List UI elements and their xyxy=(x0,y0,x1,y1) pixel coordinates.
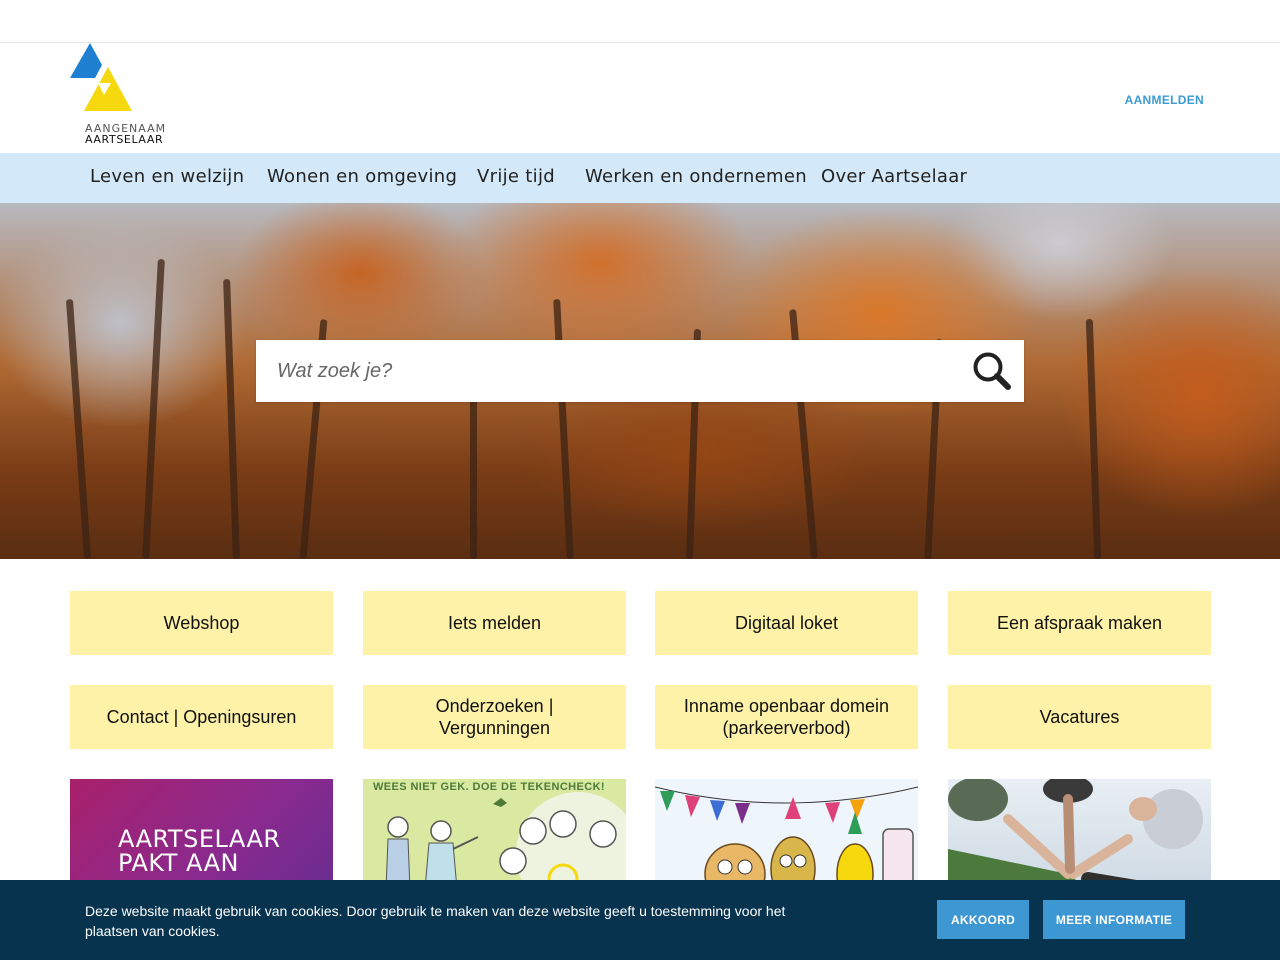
nav-item-leven-en-welzijn[interactable]: Leven en welzijn xyxy=(90,166,244,187)
cookie-banner: Deze website maakt gebruik van cookies. … xyxy=(0,880,1280,960)
tree-trunk xyxy=(142,259,165,559)
tree-trunk xyxy=(553,298,574,559)
main-navigation: Leven en welzijn Wonen en omgeving Vrije… xyxy=(0,153,1280,203)
promo-card-text: AARTSELAAR PAKT AAN xyxy=(118,825,281,877)
nav-item-vrije-tijd[interactable]: Vrije tijd xyxy=(477,166,555,187)
tile-webshop[interactable]: Webshop xyxy=(70,591,333,655)
tile-digitaal-loket[interactable]: Digitaal loket xyxy=(655,591,918,655)
tile-inname-openbaar-domein[interactable]: Inname openbaar domein (parkeerverbod) xyxy=(655,685,918,749)
team-hands-photo-icon xyxy=(948,779,1203,889)
login-link[interactable]: AANMELDEN xyxy=(1125,93,1204,107)
top-strip xyxy=(0,0,1280,43)
tekencheck-illustration-icon xyxy=(385,792,626,889)
search-box xyxy=(256,340,1024,402)
tile-afspraak-maken[interactable]: Een afspraak maken xyxy=(948,591,1211,655)
tile-contact-openingsuren[interactable]: Contact | Openingsuren xyxy=(70,685,333,749)
cookie-message: Deze website maakt gebruik van cookies. … xyxy=(85,903,786,939)
party-illustration-icon xyxy=(655,786,918,889)
nav-item-over-aartselaar[interactable]: Over Aartselaar xyxy=(821,166,967,187)
promo-card-tekencheck[interactable]: WEES NIET GEK. DOE DE TEKENCHECK! xyxy=(363,779,626,889)
site-header: AANGENAAM AARTSELAAR AANMELDEN xyxy=(0,43,1280,153)
search-input[interactable] xyxy=(256,340,956,402)
nav-item-wonen-en-omgeving[interactable]: Wonen en omgeving xyxy=(267,166,457,187)
tile-vacatures[interactable]: Vacatures xyxy=(948,685,1211,749)
nav-item-werken-en-ondernemen[interactable]: Werken en ondernemen xyxy=(585,166,807,187)
cookie-more-info-button[interactable]: MEER INFORMATIE xyxy=(1043,900,1185,939)
tree-trunk xyxy=(223,278,240,559)
logo-triangles-icon xyxy=(70,43,132,111)
tile-iets-melden[interactable]: Iets melden xyxy=(363,591,626,655)
tile-onderzoeken-vergunningen[interactable]: Onderzoeken | Vergunningen xyxy=(363,685,626,749)
cookie-accept-button[interactable]: AKKOORD xyxy=(937,900,1029,939)
promo-card-aartselaar-pakt-aan[interactable]: AARTSELAAR PAKT AAN xyxy=(70,779,333,889)
tree-trunk xyxy=(65,299,92,559)
promo-card-party[interactable] xyxy=(655,779,918,889)
hero-banner-image xyxy=(0,203,1280,559)
search-button[interactable] xyxy=(970,349,1014,393)
search-icon xyxy=(973,352,1011,390)
site-logo[interactable]: AANGENAAM AARTSELAAR xyxy=(68,43,178,147)
logo-text-line2: AARTSELAAR xyxy=(85,133,164,146)
tree-trunk xyxy=(1085,318,1102,559)
promo-card-team-hands[interactable] xyxy=(948,779,1211,889)
